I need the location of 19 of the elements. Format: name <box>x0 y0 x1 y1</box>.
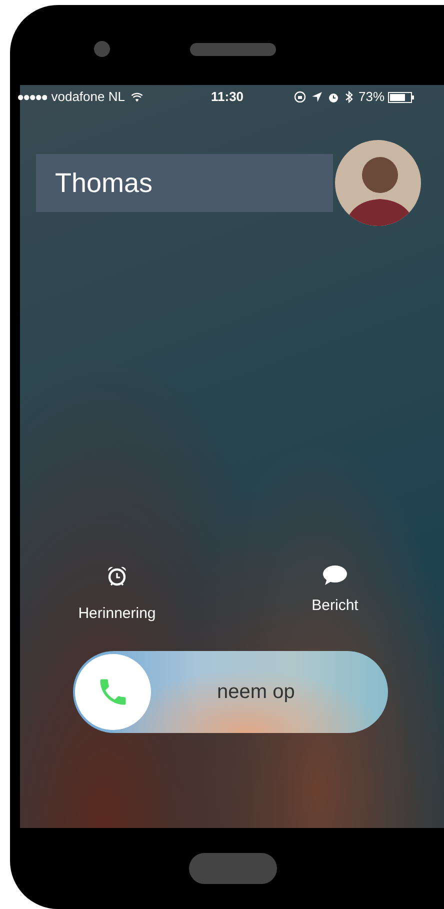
signal-icon <box>18 94 48 100</box>
battery-percentage: 73% <box>358 88 385 106</box>
bluetooth-icon <box>344 91 353 103</box>
caller-name: Thomas <box>36 154 333 212</box>
remind-me-button[interactable]: Herinnering <box>57 565 177 635</box>
carrier-name: vodafone NL <box>51 88 125 106</box>
slider-knob[interactable] <box>75 654 151 730</box>
answer-slider[interactable]: neem op <box>73 651 388 733</box>
alarm-clock-icon <box>328 92 339 102</box>
message-button[interactable]: Bericht <box>285 565 385 635</box>
camera-lens <box>94 41 110 57</box>
rotation-lock-icon <box>294 91 306 103</box>
alarm-clock-icon <box>106 565 128 587</box>
wifi-icon <box>130 92 143 102</box>
slider-label: neem op <box>217 680 295 705</box>
location-arrow-icon <box>312 92 322 102</box>
clock-time: 11:30 <box>211 88 244 106</box>
battery-icon <box>388 92 414 102</box>
speech-bubble-icon <box>322 565 348 587</box>
